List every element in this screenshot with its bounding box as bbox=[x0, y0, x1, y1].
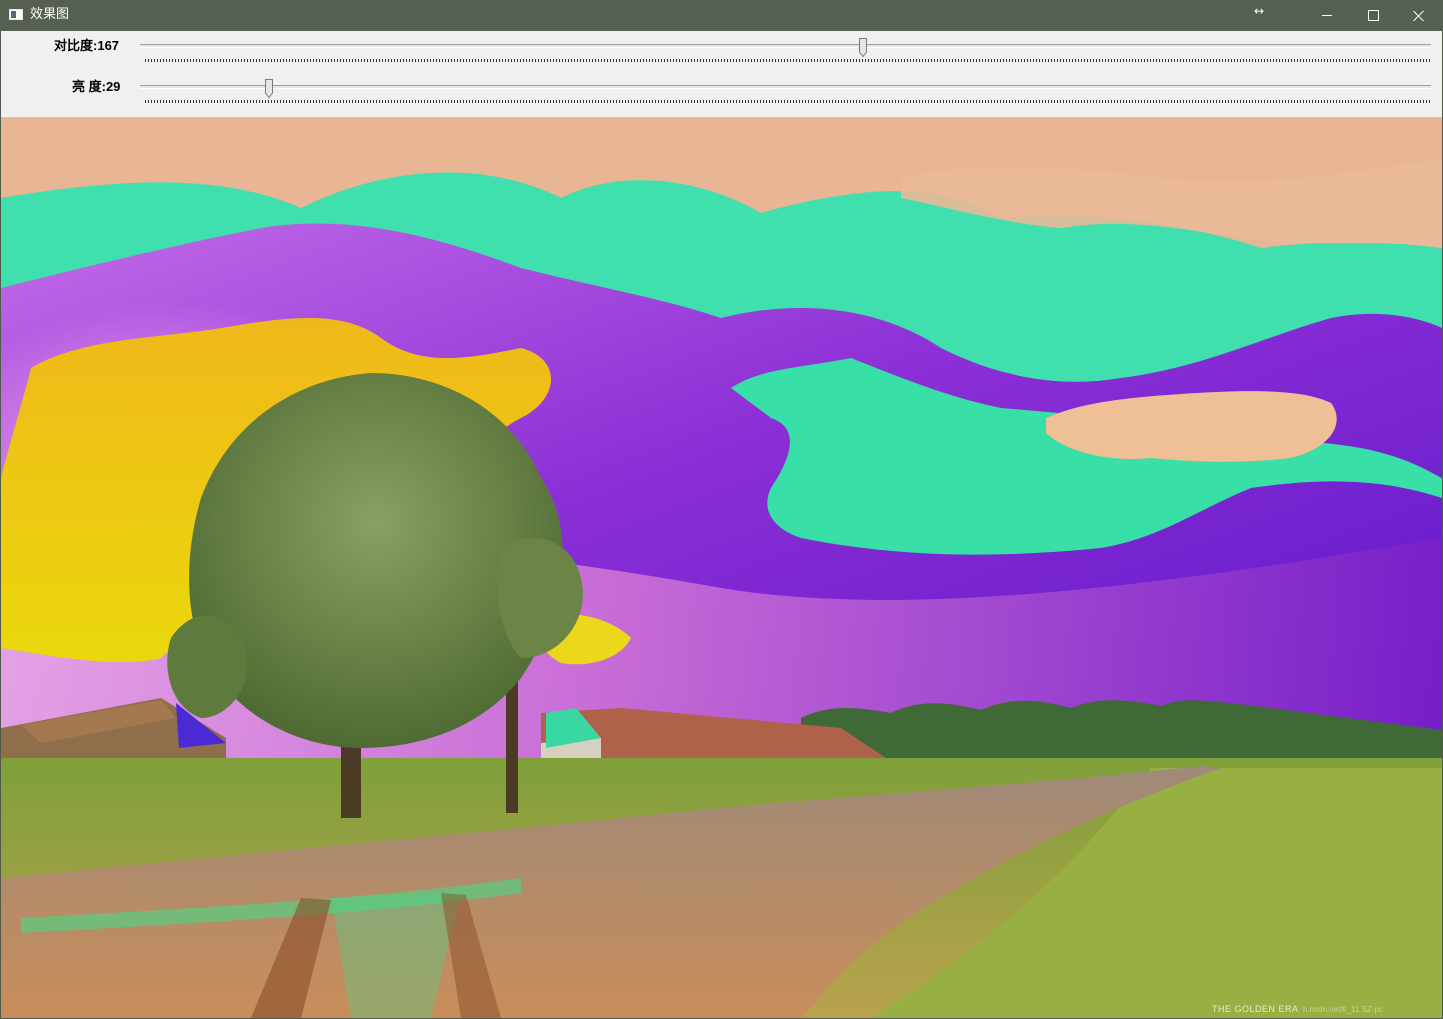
minimize-icon bbox=[1322, 15, 1332, 16]
contrast-slider-thumb[interactable] bbox=[858, 38, 867, 57]
landscape-scene bbox=[1, 118, 1442, 1018]
brightness-value: 29 bbox=[105, 79, 121, 94]
opencv-window: 效果图 ↔ 对比度:167 亮 度:29 THE GOLDEN ERA h.ns… bbox=[0, 0, 1443, 1019]
minimize-button[interactable] bbox=[1304, 0, 1350, 31]
close-icon bbox=[1413, 10, 1425, 22]
resize-arrows-icon: ↔ bbox=[1254, 4, 1265, 18]
tree-trunk-small bbox=[506, 678, 518, 813]
maximize-icon bbox=[1367, 10, 1379, 21]
contrast-slider-ticks bbox=[145, 59, 1430, 62]
window-app-icon bbox=[9, 9, 23, 20]
contrast-label-text: 对比度: bbox=[54, 38, 98, 53]
contrast-value: 167 bbox=[97, 38, 120, 53]
brightness-slider-track[interactable] bbox=[140, 85, 1431, 89]
brightness-label: 亮 度:29 bbox=[72, 76, 120, 95]
effect-image: THE GOLDEN ERA h.nsdn.net/ti_11 SZ-pc bbox=[1, 118, 1442, 1018]
brightness-slider-thumb[interactable] bbox=[265, 79, 274, 98]
maximize-button[interactable] bbox=[1350, 0, 1396, 31]
trackbar-panel: 对比度:167 亮 度:29 bbox=[1, 31, 1442, 118]
window-title: 效果图 bbox=[30, 7, 70, 22]
watermark-url: h.nsdn.net/ti_11 SZ-pc bbox=[1303, 1005, 1383, 1014]
brightness-slider-ticks bbox=[145, 100, 1430, 103]
brightness-label-text: 亮 度: bbox=[72, 79, 106, 94]
contrast-label: 对比度:167 bbox=[54, 35, 119, 54]
title-bar[interactable]: 效果图 ↔ bbox=[0, 0, 1443, 31]
close-button[interactable] bbox=[1396, 0, 1442, 31]
contrast-slider-track[interactable] bbox=[140, 44, 1431, 48]
watermark-text: THE GOLDEN ERA bbox=[1212, 1004, 1299, 1014]
